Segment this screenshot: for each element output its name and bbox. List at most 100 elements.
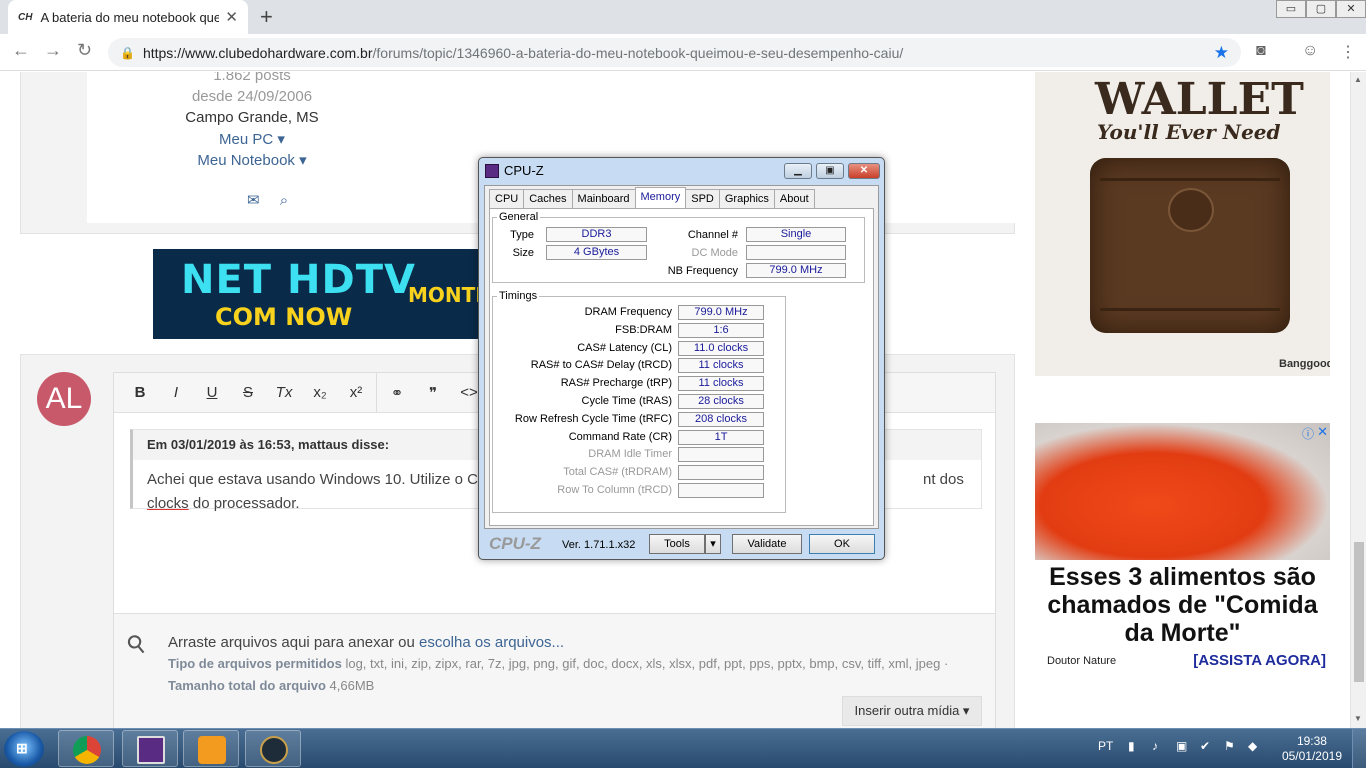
link-button[interactable]: ⚭ (379, 384, 415, 402)
taskbar-cpuz[interactable] (122, 730, 178, 767)
extension-icon[interactable]: ◙ (1256, 42, 1266, 60)
allowed-types-value: log, txt, ini, zip, zipx, rar, 7z, jpg, … (341, 656, 949, 671)
reload-icon[interactable]: ↻ (77, 40, 92, 61)
timing-value (678, 447, 764, 463)
timing-value (678, 483, 764, 498)
tab-memory[interactable]: Memory (634, 187, 687, 208)
tab-caches[interactable]: Caches (523, 189, 573, 210)
bookmark-star-icon[interactable]: ★ (1214, 43, 1229, 63)
my-notebook-link[interactable]: Meu Notebook ▾ (182, 151, 322, 169)
general-legend: General (499, 211, 539, 223)
tab-about[interactable]: About (773, 189, 815, 210)
timing-value: 208 clocks (678, 411, 764, 427)
tab-graphics[interactable]: Graphics (718, 189, 775, 210)
quote-word-clocks: clocks (147, 495, 189, 512)
ad-info-icon[interactable]: ⓘ (1302, 425, 1314, 442)
scrollbar-thumb[interactable] (1354, 542, 1364, 682)
food-ad-cta[interactable]: [ASSISTA AGORA] (1193, 652, 1326, 669)
back-icon[interactable]: ← (12, 40, 30, 61)
show-desktop-button[interactable] (1352, 729, 1366, 768)
url-path: /forums/topic/1346960-a-bateria-do-meu-n… (372, 44, 904, 61)
cpuz-app-icon (485, 164, 499, 178)
banner-line-1: NET HDTV (181, 257, 416, 303)
taskbar-media-player[interactable] (183, 730, 239, 767)
scroll-up-icon[interactable]: ▲ (1354, 75, 1362, 84)
subscript-button[interactable]: x₂ (302, 384, 338, 401)
validate-button[interactable]: Validate (732, 534, 802, 554)
tab-close-icon[interactable]: ✕ (225, 8, 238, 26)
superscript-button[interactable]: x² (338, 384, 374, 401)
memory-panel: General Type DDR3 Size 4 GBytes Channel … (489, 208, 874, 526)
clock-date: 05/01/2019 (1281, 749, 1342, 763)
mail-icon[interactable]: ✉ (247, 192, 260, 209)
taskbar-league-of-legends[interactable] (245, 730, 301, 767)
browser-tab[interactable]: CH A bateria do meu notebook quei ✕ (8, 0, 248, 34)
tab-spd[interactable]: SPD (685, 189, 720, 210)
search-icon[interactable]: ⌕ (280, 192, 288, 209)
attachment-area[interactable]: ⚲ Arraste arquivos aqui para anexar ou e… (114, 613, 995, 728)
my-pc-link[interactable]: Meu PC ▾ (182, 130, 322, 148)
timing-value: 1T (678, 429, 764, 445)
ad-banner[interactable]: NET HDTV COM NOW MONTI (153, 249, 483, 339)
tab-mainboard[interactable]: Mainboard (571, 189, 636, 210)
volume-icon[interactable]: ♪ (1152, 739, 1158, 753)
network-icon[interactable]: ▮ (1128, 739, 1135, 753)
bold-button[interactable]: B (122, 384, 158, 401)
page-scrollbar[interactable]: ▲ ▼ (1350, 72, 1366, 728)
channel-label: Channel # (687, 229, 738, 241)
remove-format-button[interactable]: Tx (266, 384, 302, 401)
nbfreq-label: NB Frequency (667, 265, 738, 277)
post-count: 1.862 posts (213, 72, 291, 84)
strike-button[interactable]: S (230, 384, 266, 401)
timings-legend: Timings (499, 290, 538, 302)
league-of-legends-icon (260, 736, 288, 764)
cpuz-content: CPU Caches Mainboard Memory SPD Graphics… (484, 185, 879, 529)
insert-media-button[interactable]: Inserir outra mídia ▾ (842, 696, 982, 726)
timing-value: 1:6 (678, 322, 764, 338)
site-favicon-icon: CH (18, 11, 33, 23)
windows-logo-icon: ⊞ (16, 740, 28, 756)
tray-app-icon[interactable]: ◆ (1248, 739, 1257, 753)
timing-label: DRAM Frequency (584, 306, 672, 318)
tab-cpu[interactable]: CPU (489, 189, 525, 210)
type-label: Type (510, 229, 534, 241)
tools-dropdown-icon[interactable]: ▾ (705, 534, 721, 554)
power-icon[interactable]: ▣ (1176, 739, 1187, 753)
media-player-icon (198, 736, 226, 764)
wallet-ad-title: WALLET (1095, 74, 1304, 125)
cpuz-minimize-button[interactable]: ▁ (784, 163, 812, 179)
forward-icon[interactable]: → (44, 40, 62, 61)
timing-value: 11.0 clocks (678, 340, 764, 356)
security-icon[interactable]: ✔ (1200, 739, 1210, 753)
food-ad-image (1035, 423, 1330, 560)
minimize-button[interactable]: ▭ (1276, 0, 1306, 18)
profile-avatar-icon[interactable]: ☺ (1302, 42, 1318, 60)
menu-icon[interactable]: ⋮ (1340, 42, 1356, 62)
wallet-ad[interactable]: WALLET You'll Ever Need Banggood (1035, 72, 1330, 376)
ok-button[interactable]: OK (809, 534, 875, 554)
lock-icon[interactable]: 🔒 (120, 46, 135, 60)
flag-icon[interactable]: ⚑ (1224, 739, 1235, 753)
cpuz-restore-button[interactable]: ▣ (816, 163, 844, 179)
food-ad[interactable]: ⓘ ✕ Esses 3 alimentos são chamados de "C… (1035, 423, 1330, 675)
tools-button[interactable]: Tools (649, 534, 705, 554)
italic-button[interactable]: I (158, 384, 194, 401)
new-tab-button[interactable]: + (260, 4, 273, 30)
tab-title: A bateria do meu notebook quei (40, 9, 220, 25)
avatar[interactable]: AL (37, 372, 91, 426)
close-window-button[interactable]: ✕ (1336, 0, 1366, 18)
scroll-down-icon[interactable]: ▼ (1354, 714, 1362, 723)
language-indicator[interactable]: PT (1098, 739, 1113, 753)
ad-close-icon[interactable]: ✕ (1317, 424, 1328, 440)
quote-button[interactable]: ❞ (415, 384, 451, 402)
address-bar[interactable]: 🔒 https://www.clubedohardware.com.br/for… (108, 38, 1241, 67)
taskbar-chrome[interactable] (58, 730, 114, 767)
type-value: DDR3 (546, 227, 647, 242)
maximize-button[interactable]: ▢ (1306, 0, 1336, 18)
cpuz-title-bar[interactable]: CPU-Z ▁ ▣ ✕ (479, 158, 884, 184)
underline-button[interactable]: U (194, 384, 230, 401)
choose-files-link[interactable]: escolha os arquivos... (419, 634, 564, 651)
cpuz-close-button[interactable]: ✕ (848, 163, 880, 179)
system-clock[interactable]: 19:38 05/01/2019 (1282, 734, 1342, 764)
start-button[interactable]: ⊞ (4, 731, 44, 767)
